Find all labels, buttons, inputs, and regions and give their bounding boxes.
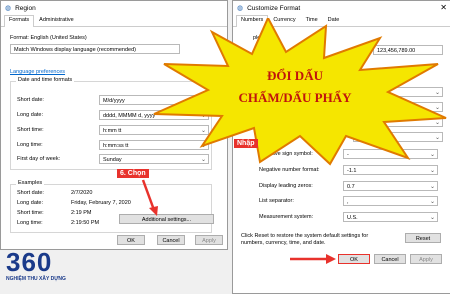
measurement-label: Measurement system: [259,214,314,220]
list-separator-select[interactable]: , ⌄ [343,196,438,206]
long-time-value: h:mm:ss tt [103,143,129,149]
chevron-down-icon: ⌄ [429,184,435,190]
short-date-value: M/d/yyyy [103,98,125,104]
leading-zeros-value: 0.7 [347,184,355,190]
list-separator-value: , [347,199,349,205]
cancel-button[interactable]: Cancel [157,235,185,245]
ok-button[interactable]: OK [117,235,145,245]
chevron-down-icon: ⌄ [429,168,435,174]
long-date-value: dddd, MMMM d, yyyy [103,113,156,119]
example-label: Long date: [17,200,43,206]
long-time-label: Long time: [17,142,43,148]
example-label: Long time: [17,220,43,226]
chevron-down-icon: ⌄ [429,199,435,205]
examples-title: Examples [16,180,45,186]
apply-button[interactable]: Apply [410,254,442,264]
logo-tagline: NGHIỆM THU XÂY DỰNG [6,276,66,282]
nhap-callout: Nhập [234,139,258,148]
example-value: Friday, February 7, 2020 [71,200,131,206]
example-label: Short time: [17,210,44,216]
short-date-label: Short date: [17,97,44,103]
window-title: Customize Format [247,4,301,12]
format-select-value: Match Windows display language (recommen… [14,47,136,53]
example-label: Short date: [17,190,44,196]
globe-icon: ◍ [5,5,12,12]
ok-arrow [290,254,336,264]
long-date-label: Long date: [17,112,43,118]
example-value: 2:19 PM [71,210,92,216]
tab-formats[interactable]: Formats [4,15,35,27]
measurement-select[interactable]: U.S. ⌄ [343,212,438,222]
window-title: Region [15,4,36,12]
language-preferences-link[interactable]: Language preferences [10,69,65,75]
step-callout: 6. Chọn [117,169,149,178]
date-time-group-title: Date and time formats [16,77,75,83]
reset-button[interactable]: Reset [405,233,441,243]
logo: 360 NGHIỆM THU XÂY DỰNG [6,248,86,292]
example-value: 2/7/2020 [71,190,93,196]
reset-info: Click Reset to restore the system defaul… [241,233,369,246]
first-day-label: First day of week: [17,156,61,162]
apply-button[interactable]: Apply [195,235,223,245]
customize-titlebar: ◍ Customize Format [233,1,450,15]
short-time-label: Short time: [17,127,44,133]
format-label: Format: English (United States) [10,35,87,41]
close-icon[interactable]: ✕ [440,3,447,12]
cancel-button[interactable]: Cancel [374,254,406,264]
negative-number-select[interactable]: -1.1 ⌄ [343,165,438,175]
region-titlebar: ◍ Region [1,1,227,15]
chevron-down-icon: ⌄ [429,215,435,221]
globe-icon: ◍ [237,5,244,12]
leading-zeros-label: Display leading zeros: [259,183,313,189]
negative-number-value: -1.1 [347,168,357,174]
starburst-line-2: CHẤM/DẤU PHẨY [238,90,352,105]
tab-administrative[interactable]: Administrative [34,15,79,26]
logo-text: 360 [6,247,53,277]
list-separator-label: List separator: [259,198,294,204]
ok-button[interactable]: OK [338,254,370,264]
additional-settings-button[interactable]: Additional settings... [119,214,214,224]
example-value: 2:19:50 PM [71,220,100,226]
first-day-value: Sunday [103,157,122,163]
measurement-value: U.S. [347,215,358,221]
short-time-value: h:mm tt [103,128,122,134]
starburst-line-1: ĐỔI DẤU [267,68,323,83]
step-arrow [141,179,158,216]
leading-zeros-select[interactable]: 0.7 ⌄ [343,181,438,191]
negative-number-label: Negative number format: [259,167,320,173]
